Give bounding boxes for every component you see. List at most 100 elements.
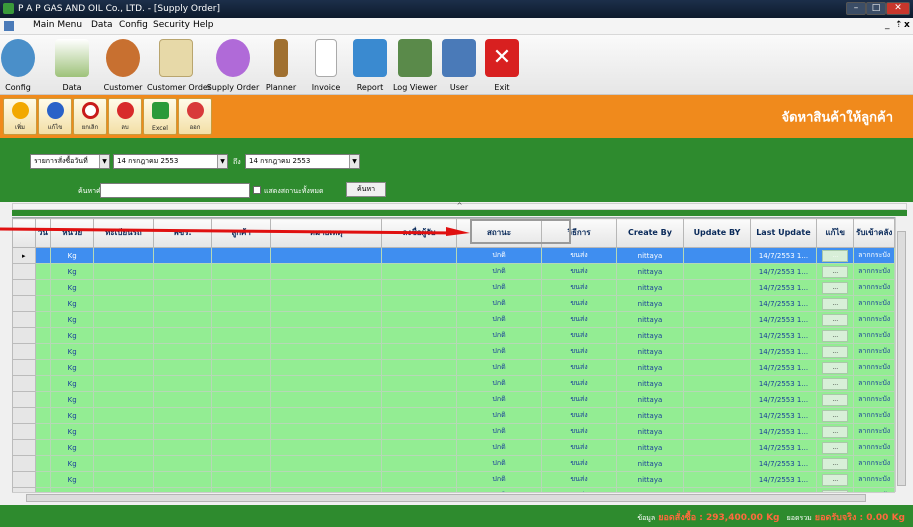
- cell-last-update[interactable]: 14/7/2553 1...: [749, 375, 818, 392]
- cell-last-update[interactable]: 14/7/2553 1...: [749, 343, 818, 360]
- cell-customer[interactable]: [211, 263, 271, 280]
- row-edit-button[interactable]: ...: [822, 329, 849, 342]
- cell-driver[interactable]: [152, 455, 213, 472]
- cell-method[interactable]: ขนส่ง: [541, 295, 617, 312]
- cell-edit[interactable]: ...: [816, 391, 855, 408]
- add-button[interactable]: เพิ่ม: [3, 98, 37, 135]
- cell-note[interactable]: [269, 295, 383, 312]
- cell-method[interactable]: ขนส่ง: [541, 263, 617, 280]
- cell-create-by[interactable]: nittaya: [615, 455, 685, 472]
- cell-note[interactable]: [269, 455, 383, 472]
- cell-driver[interactable]: [152, 407, 213, 424]
- row-header[interactable]: [12, 295, 36, 312]
- cell-customer[interactable]: [211, 423, 271, 440]
- cell-day[interactable]: [34, 343, 52, 360]
- cell-method[interactable]: ขนส่ง: [541, 423, 617, 440]
- cell-day[interactable]: [34, 423, 52, 440]
- cell-unit[interactable]: Kg: [50, 247, 95, 264]
- cell-receiver[interactable]: [381, 423, 457, 440]
- cell-method[interactable]: ขนส่ง: [541, 247, 617, 264]
- col-update-by[interactable]: Update BY: [683, 218, 751, 248]
- cell-customer[interactable]: [211, 327, 271, 344]
- cell-note[interactable]: [269, 247, 383, 264]
- cell-day[interactable]: [34, 311, 52, 328]
- menu-main-menu[interactable]: Main Menu: [33, 20, 82, 30]
- cell-method[interactable]: ขนส่ง: [541, 327, 617, 344]
- cell-receive[interactable]: ลากกระบัง: [853, 439, 895, 456]
- cell-update-by[interactable]: [683, 343, 751, 360]
- cell-plate[interactable]: [93, 247, 154, 264]
- cell-driver[interactable]: [152, 279, 213, 296]
- table-row[interactable]: Kg ปกติขนส่งnittaya 14/7/2553 1...... ลากกร…: [12, 279, 895, 296]
- row-header[interactable]: [12, 263, 36, 280]
- log-viewer-button[interactable]: Log Viewer: [391, 37, 439, 93]
- cell-note[interactable]: [269, 263, 383, 280]
- cell-update-by[interactable]: [683, 439, 751, 456]
- table-row[interactable]: Kg ปกติขนส่งnittaya 14/7/2553 1...... ลากกร…: [12, 471, 895, 488]
- cell-customer[interactable]: [211, 279, 271, 296]
- cell-receiver[interactable]: [381, 263, 457, 280]
- cell-edit[interactable]: ...: [816, 247, 855, 264]
- cell-driver[interactable]: [152, 375, 213, 392]
- cell-status[interactable]: ปกติ: [455, 439, 543, 456]
- cell-customer[interactable]: [211, 247, 271, 264]
- cell-unit[interactable]: Kg: [50, 343, 95, 360]
- cell-note[interactable]: [269, 343, 383, 360]
- cell-status[interactable]: ปกติ: [455, 247, 543, 264]
- cell-create-by[interactable]: nittaya: [615, 359, 685, 376]
- mdi-close-icon[interactable]: x: [904, 20, 910, 30]
- cell-method[interactable]: ขนส่ง: [541, 375, 617, 392]
- col-last-update[interactable]: Last Update: [749, 218, 818, 248]
- cell-create-by[interactable]: nittaya: [615, 247, 685, 264]
- cell-driver[interactable]: [152, 263, 213, 280]
- cell-last-update[interactable]: 14/7/2553 1...: [749, 359, 818, 376]
- table-row[interactable]: Kg ปกติขนส่งnittaya 14/7/2553 1...... ลากกร…: [12, 439, 895, 456]
- row-header[interactable]: [12, 423, 36, 440]
- customer-button[interactable]: Customer: [101, 37, 145, 93]
- cell-create-by[interactable]: nittaya: [615, 391, 685, 408]
- cell-unit[interactable]: Kg: [50, 263, 95, 280]
- cell-receiver[interactable]: [381, 279, 457, 296]
- cell-unit[interactable]: Kg: [50, 439, 95, 456]
- cell-day[interactable]: [34, 359, 52, 376]
- cell-receive[interactable]: ลากกระบัง: [853, 295, 895, 312]
- cell-customer[interactable]: [211, 375, 271, 392]
- menu-security[interactable]: Security: [153, 20, 190, 30]
- row-edit-button[interactable]: ...: [822, 361, 849, 374]
- cell-note[interactable]: [269, 407, 383, 424]
- cell-edit[interactable]: ...: [816, 423, 855, 440]
- cell-note[interactable]: [269, 359, 383, 376]
- planner-button[interactable]: Planner: [262, 37, 300, 93]
- cell-last-update[interactable]: 14/7/2553 1...: [749, 423, 818, 440]
- cell-status[interactable]: ปกติ: [455, 455, 543, 472]
- cell-receive[interactable]: ลากกระบัง: [853, 423, 895, 440]
- row-header[interactable]: [12, 439, 36, 456]
- cell-last-update[interactable]: 14/7/2553 1...: [749, 471, 818, 488]
- cell-driver[interactable]: [152, 423, 213, 440]
- cell-edit[interactable]: ...: [816, 407, 855, 424]
- row-header[interactable]: [12, 471, 36, 488]
- menu-help[interactable]: Help: [193, 20, 214, 30]
- cell-note[interactable]: [269, 311, 383, 328]
- cell-method[interactable]: ขนส่ง: [541, 439, 617, 456]
- table-row[interactable]: Kg ปกติขนส่งnittaya 14/7/2553 1...... ลากกร…: [12, 407, 895, 424]
- cell-receive[interactable]: ลากกระบัง: [853, 471, 895, 488]
- cell-update-by[interactable]: [683, 295, 751, 312]
- cell-customer[interactable]: [211, 311, 271, 328]
- cell-status[interactable]: ปกติ: [455, 471, 543, 488]
- cell-receiver[interactable]: [381, 311, 457, 328]
- cell-receiver[interactable]: [381, 439, 457, 456]
- row-edit-button[interactable]: ...: [822, 457, 849, 470]
- table-row[interactable]: Kg ปกติขนส่งnittaya 14/7/2553 1...... ลากกร…: [12, 327, 895, 344]
- cell-receive[interactable]: ลากกระบัง: [853, 263, 895, 280]
- cell-plate[interactable]: [93, 391, 154, 408]
- exit-button[interactable]: ✕ Exit: [485, 37, 519, 93]
- cell-edit[interactable]: ...: [816, 263, 855, 280]
- row-edit-button[interactable]: ...: [822, 297, 849, 310]
- cell-receive[interactable]: ลากกระบัง: [853, 407, 895, 424]
- cell-create-by[interactable]: nittaya: [615, 327, 685, 344]
- search-input[interactable]: [100, 183, 250, 198]
- cell-unit[interactable]: Kg: [50, 311, 95, 328]
- cell-day[interactable]: [34, 279, 52, 296]
- cell-edit[interactable]: ...: [816, 439, 855, 456]
